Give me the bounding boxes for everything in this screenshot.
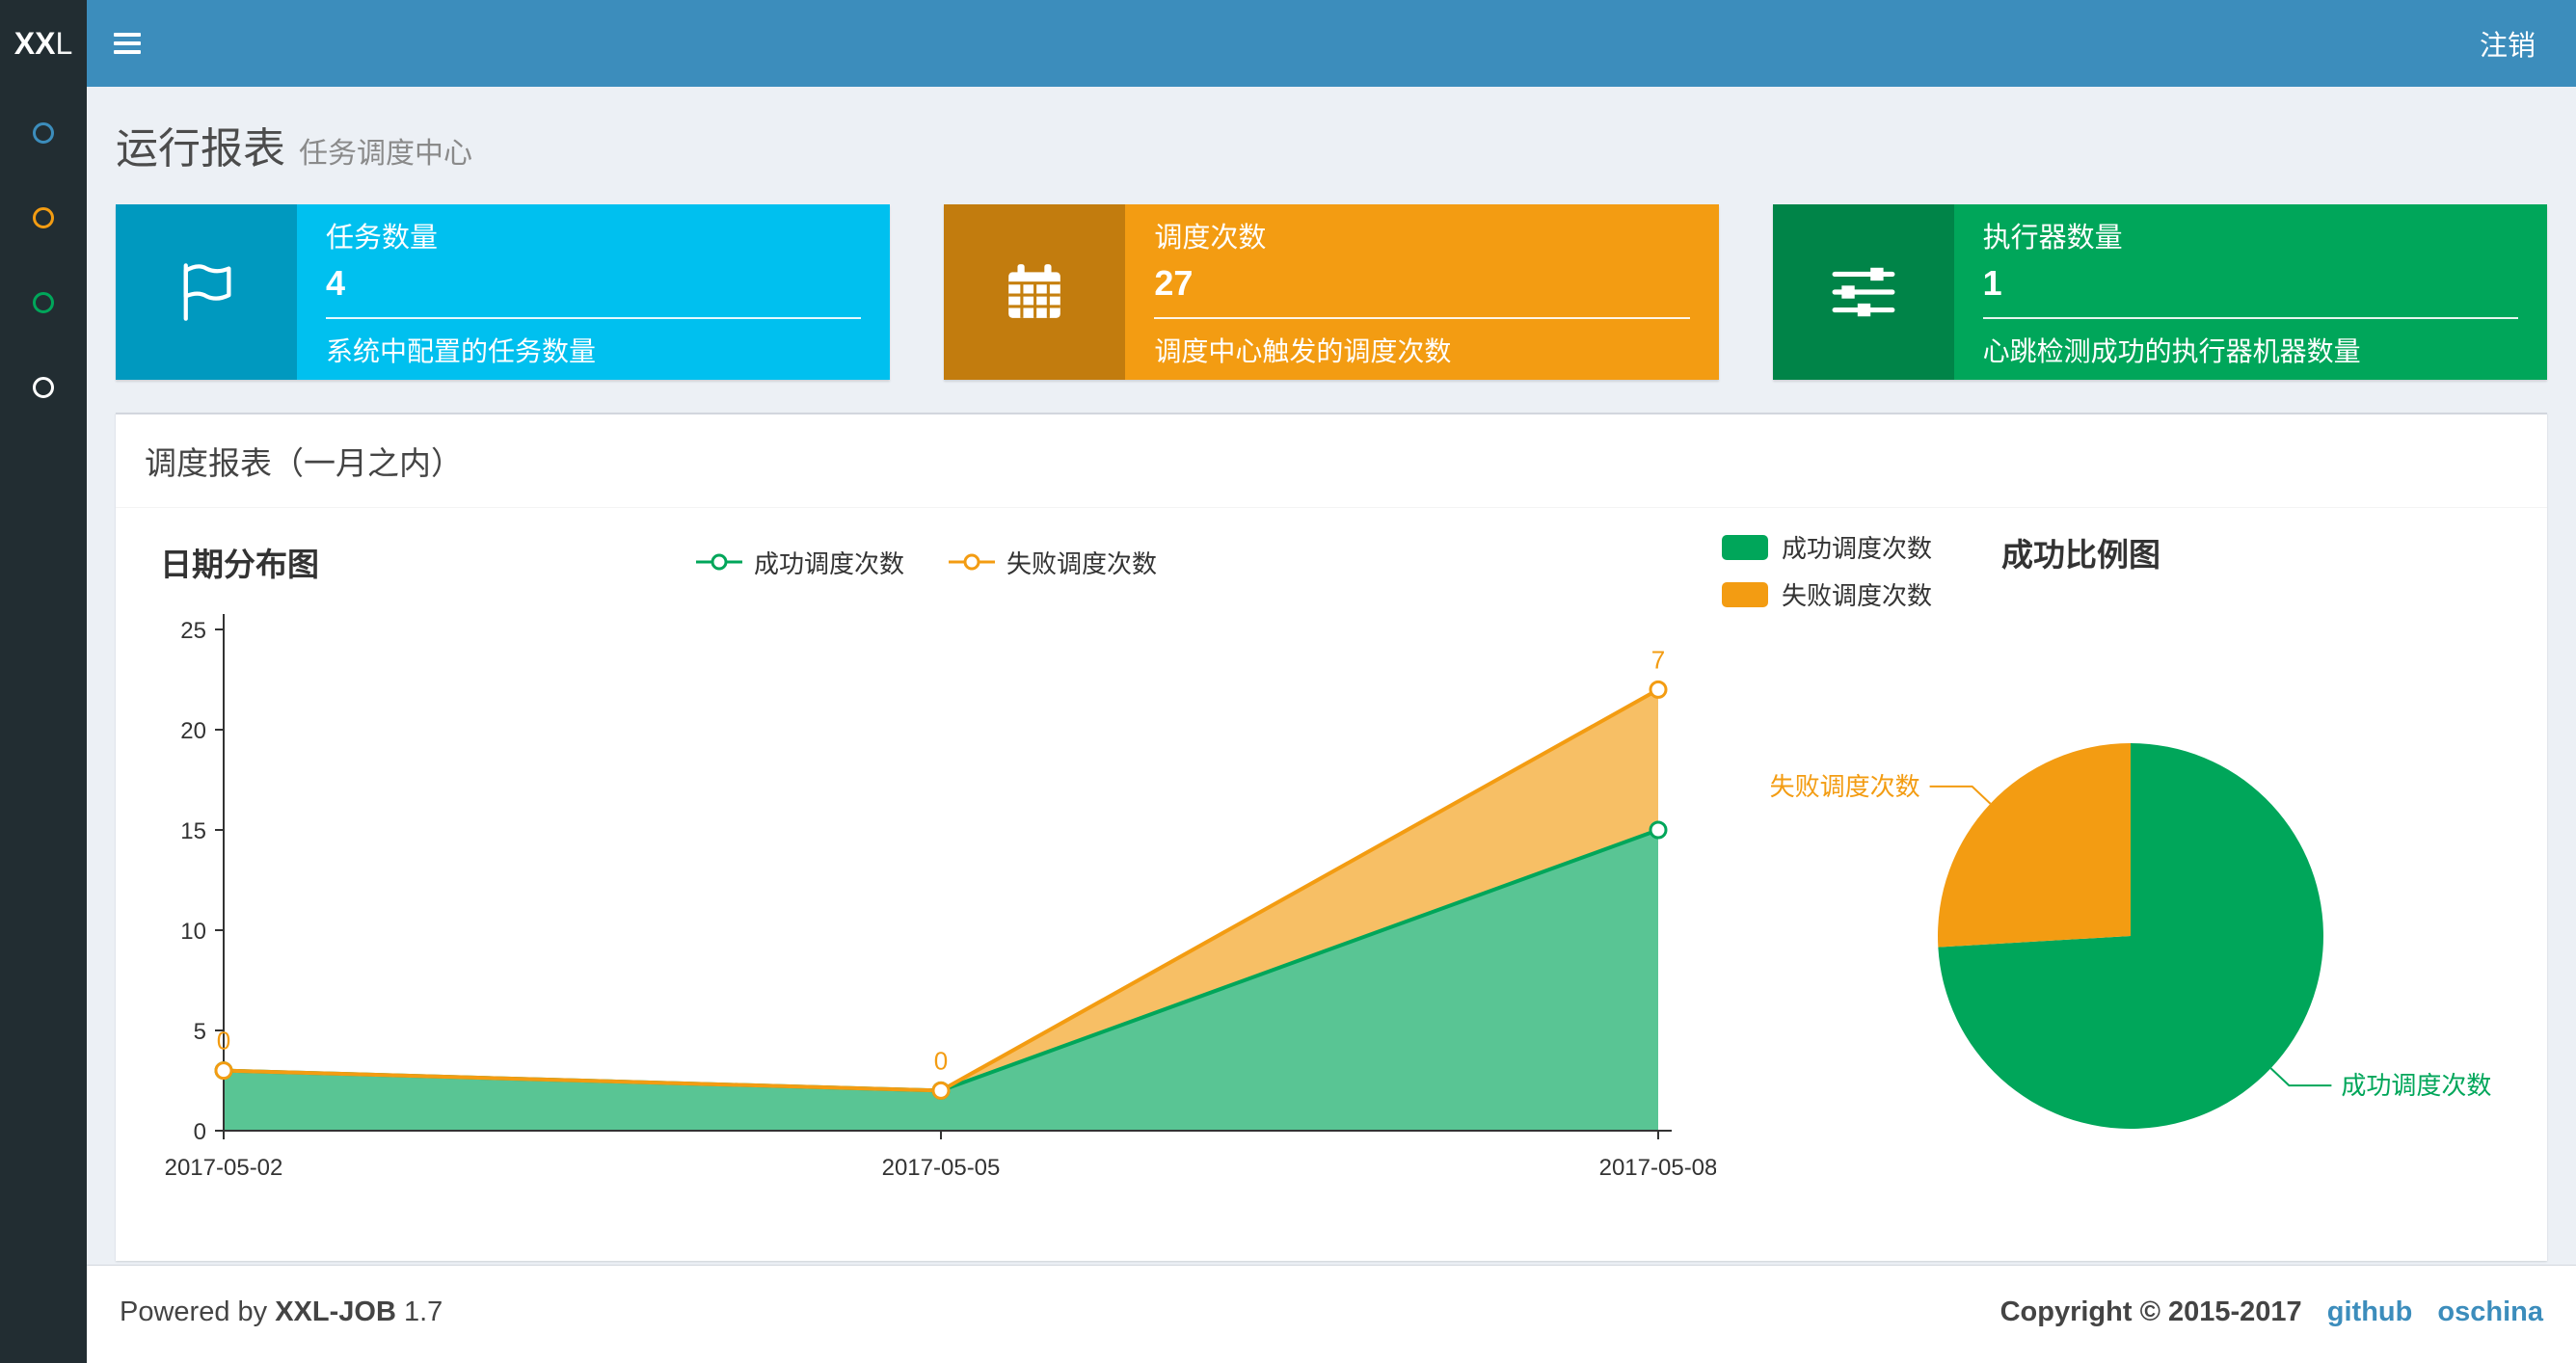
logout-link[interactable]: 注销 [2439, 0, 2576, 87]
svg-text:0: 0 [194, 1119, 206, 1145]
top-navbar: 注销 [87, 0, 2576, 87]
line-chart-canvas: 05101520252017-05-02 2017-05-05 2017-05-08… [165, 614, 1717, 1181]
line-chart-legend: 成功调度次数 失败调度次数 [694, 545, 1157, 580]
sidebar-item-job-manage[interactable] [0, 175, 87, 260]
legend-swatch-icon [1722, 534, 1768, 560]
circle-icon [33, 122, 54, 144]
flag-icon [116, 204, 297, 380]
line-legend-item-success[interactable]: 成功调度次数 [694, 545, 904, 580]
svg-text:20: 20 [180, 718, 206, 744]
info-box-divider [1154, 317, 1690, 319]
pie-legend-item-success[interactable]: 成功调度次数 [1722, 529, 1932, 565]
sidebar-item-job-log[interactable] [0, 260, 87, 345]
svg-text:15: 15 [180, 818, 206, 844]
svg-text:7: 7 [1651, 645, 1665, 674]
sidebar-item-dashboard[interactable] [0, 91, 87, 175]
svg-text:2017-05-02: 2017-05-02 [165, 1155, 283, 1181]
summary-boxes: 任务数量 4 系统中配置的任务数量 调度次数 27 调度中心触发的调度次数 执行… [116, 204, 2547, 380]
page-title-text: 运行报表 [116, 125, 285, 173]
legend-label: 成功调度次数 [1782, 534, 1933, 563]
copyright-text: Copyright © 2015-2017 [1999, 1296, 2302, 1327]
app-logo-text-light: L [55, 25, 73, 61]
sidebar-toggle-button[interactable] [87, 0, 168, 87]
circle-icon [33, 207, 54, 228]
powered-by: Powered by XXL-JOB 1.7 [120, 1296, 443, 1327]
footer: Powered by XXL-JOB 1.7 Copyright © 2015-… [87, 1265, 2576, 1363]
svg-text:成功调度次数: 成功调度次数 [2341, 1071, 2491, 1100]
info-box-title: 调度次数 [1154, 223, 1267, 254]
circle-icon [33, 377, 54, 398]
info-box-value: 1 [1982, 263, 2002, 303]
github-link[interactable]: github [2327, 1296, 2413, 1327]
svg-text:25: 25 [180, 618, 206, 644]
product-name: XXL-JOB [275, 1296, 396, 1327]
pie-chart-canvas: 成功调度次数 失败调度次数 [1770, 743, 2491, 1129]
page-subtitle: 任务调度中心 [299, 138, 472, 170]
info-box-job-count: 任务数量 4 系统中配置的任务数量 [116, 204, 891, 380]
info-box-value: 4 [326, 263, 346, 303]
info-box-trigger-count: 调度次数 27 调度中心触发的调度次数 [944, 204, 1719, 380]
sliders-icon [1772, 204, 1954, 380]
sidebar-menu [0, 87, 87, 430]
pie-chart-title: 成功比例图 [2001, 537, 2161, 573]
page-header: 运行报表 任务调度中心 [87, 87, 2576, 175]
info-box-description: 心跳检测成功的执行器机器数量 [1982, 336, 2361, 366]
info-box-divider [326, 317, 862, 319]
date-distribution-chart: 日期分布图 成功调度次数 失败调度次数 0 5 10 15 20 25 2017-05-02 2… [135, 523, 1717, 1232]
schedule-report-panel: 调度报表（一月之内） 日期分布图 成功调度次数 失败调度次数 0 5 10 15 20 25… [116, 413, 2547, 1261]
product-version: 1.7 [403, 1296, 443, 1327]
info-box-divider [1982, 317, 2518, 319]
content-area: 运行报表 任务调度中心 任务数量 4 系统中配置的任务数量 调度次数 27 调度… [87, 87, 2576, 1261]
circle-icon [33, 292, 54, 313]
page-title: 运行报表 任务调度中心 [116, 114, 2547, 175]
info-box-title: 执行器数量 [1982, 223, 2123, 254]
app-logo[interactable]: XX L [0, 0, 87, 87]
svg-text:2017-05-08: 2017-05-08 [1599, 1155, 1716, 1181]
panel-title: 调度报表（一月之内） [116, 414, 2547, 508]
info-box-title: 任务数量 [326, 223, 439, 254]
success-ratio-chart: 成功调度次数 失败调度次数 成功比例图 成功调度次数 失败调度次数 [1716, 523, 2528, 1232]
line-legend-item-fail[interactable]: 失败调度次数 [947, 545, 1157, 580]
footer-right: Copyright © 2015-2017 github oschina [2000, 1296, 2543, 1332]
legend-line-marker-icon [949, 553, 995, 571]
hamburger-icon [114, 33, 141, 37]
info-box-executor-count: 执行器数量 1 心跳检测成功的执行器机器数量 [1772, 204, 2547, 380]
svg-text:10: 10 [180, 919, 206, 945]
legend-label: 失败调度次数 [1006, 548, 1158, 578]
line-chart-title: 日期分布图 [160, 547, 319, 582]
info-box-description: 调度中心触发的调度次数 [1154, 336, 1452, 366]
svg-text:0: 0 [217, 1027, 230, 1056]
calendar-icon [944, 204, 1126, 380]
svg-text:5: 5 [194, 1019, 206, 1045]
oschina-link[interactable]: oschina [2437, 1296, 2543, 1327]
info-box-value: 27 [1154, 263, 1194, 303]
legend-label: 成功调度次数 [753, 548, 904, 578]
svg-text:失败调度次数: 失败调度次数 [1770, 772, 1920, 801]
legend-line-marker-icon [695, 553, 742, 571]
svg-text:2017-05-05: 2017-05-05 [882, 1155, 1001, 1181]
info-box-description: 系统中配置的任务数量 [326, 336, 597, 366]
app-logo-text-bold: XX [13, 25, 56, 61]
sidebar-item-executor-manage[interactable] [0, 345, 87, 430]
svg-text:0: 0 [934, 1046, 948, 1075]
sidebar: XX L [0, 0, 87, 1363]
